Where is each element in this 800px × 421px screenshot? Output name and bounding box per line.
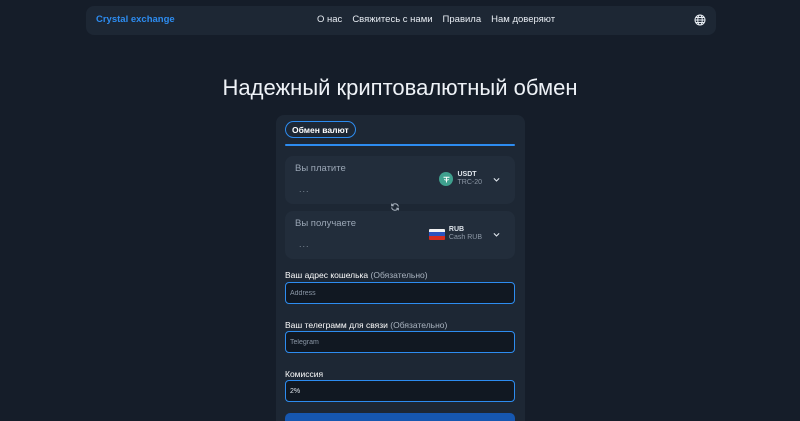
wallet-label: Ваш адрес кошелька (Обязательно) [285, 270, 428, 280]
chevron-down-icon [493, 232, 500, 237]
receive-amount-input[interactable]: ... [299, 239, 310, 249]
globe-icon[interactable] [694, 14, 706, 26]
main-nav: О нас Свяжитесь с нами Правила Нам довер… [317, 14, 555, 25]
russia-flag-icon [428, 228, 445, 240]
page-title: Надежный криптовалютный обмен [222, 75, 578, 100]
exchange-card: Обмен валют Вы платите ... USDT TRC-20 В… [276, 115, 525, 421]
usdt-icon [439, 172, 454, 186]
receive-currency-text: RUB Cash RUB [449, 226, 482, 242]
wallet-required-note: (Обязательно) [370, 270, 428, 280]
wallet-label-text: Ваш адрес кошелька [285, 270, 369, 280]
telegram-label-text: Ваш телеграмм для связи [285, 320, 388, 330]
pay-amount-input[interactable]: ... [299, 184, 310, 194]
top-navbar: Crystal exchange О нас Свяжитесь с нами … [86, 6, 716, 35]
pay-currency-text: USDT TRC-20 [457, 171, 482, 187]
pay-box: Вы платите ... USDT TRC-20 [285, 156, 515, 204]
pay-label: Вы платите [295, 163, 346, 174]
submit-exchange-button[interactable] [285, 413, 515, 421]
telegram-label: Ваш телеграмм для связи (Обязательно) [285, 320, 447, 330]
pay-currency-network: TRC-20 [457, 179, 482, 186]
nav-link-about[interactable]: О нас [317, 14, 342, 25]
receive-currency-select[interactable]: RUB Cash RUB [428, 226, 501, 242]
tab-currency-exchange[interactable]: Обмен валют [285, 121, 356, 138]
receive-box: Вы получаете ... RUB Cash RUB [285, 211, 515, 259]
commission-field [285, 380, 515, 402]
telegram-input[interactable] [285, 331, 515, 353]
page: Crystal exchange О нас Свяжитесь с нами … [0, 0, 800, 421]
receive-currency-code: RUB [448, 226, 465, 233]
telegram-required-note: (Обязательно) [390, 320, 448, 330]
nav-link-contact[interactable]: Свяжитесь с нами [352, 14, 432, 25]
wallet-address-input[interactable] [285, 282, 515, 304]
tab-underline [285, 144, 515, 146]
brand-logo[interactable]: Crystal exchange [96, 14, 175, 25]
receive-label: Вы получаете [295, 218, 357, 229]
receive-currency-network: Cash RUB [448, 234, 482, 241]
chevron-down-icon [493, 177, 500, 182]
pay-currency-select[interactable]: USDT TRC-20 [439, 171, 501, 187]
nav-link-rules[interactable]: Правила [443, 14, 482, 25]
nav-link-trust[interactable]: Нам доверяют [491, 14, 555, 25]
pay-currency-code: USDT [457, 171, 477, 178]
commission-label: Комиссия [285, 369, 324, 379]
